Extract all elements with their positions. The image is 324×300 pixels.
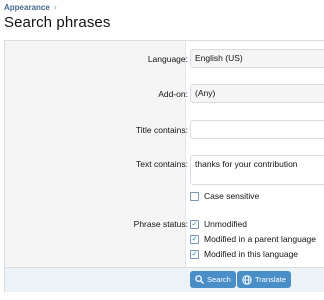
language-select[interactable]: English (US) xyxy=(190,49,324,68)
language-label: Language: xyxy=(147,54,188,64)
checkbox-checked-icon[interactable]: ✓ xyxy=(190,219,199,229)
status-option-label: Modified in this language xyxy=(204,249,299,259)
search-button-label: Search xyxy=(207,275,231,284)
status-option-label: Modified in a parent language xyxy=(204,234,316,244)
breadcrumb-item-appearance[interactable]: Appearance xyxy=(4,3,50,12)
case-sensitive-label: Case sensitive xyxy=(204,191,260,201)
phrase-status-label: Phrase status: xyxy=(133,219,188,229)
label-column xyxy=(5,41,186,267)
status-modified-parent-checkbox[interactable]: ✓ Modified in a parent language xyxy=(190,234,316,244)
search-icon xyxy=(195,275,204,284)
checkbox-checked-icon[interactable]: ✓ xyxy=(190,234,199,244)
case-sensitive-checkbox[interactable]: Case sensitive xyxy=(190,191,259,201)
translate-button[interactable]: Translate xyxy=(237,271,291,288)
globe-icon xyxy=(242,274,252,285)
form-footer: Search Translate xyxy=(5,267,324,292)
translate-button-label: Translate xyxy=(255,275,286,284)
title-contains-label: Title contains: xyxy=(135,125,188,135)
title-contains-input[interactable] xyxy=(190,120,324,139)
text-contains-label: Text contains: xyxy=(136,159,188,169)
addon-label: Add-on: xyxy=(158,89,188,99)
status-modified-this-checkbox[interactable]: ✓ Modified in this language xyxy=(190,249,298,259)
chevron-right-icon: › xyxy=(53,2,57,12)
status-unmodified-checkbox[interactable]: ✓ Unmodified xyxy=(190,219,247,229)
text-contains-input[interactable]: thanks for your contribution xyxy=(190,155,324,185)
search-button[interactable]: Search xyxy=(190,271,236,288)
checkbox-checked-icon[interactable]: ✓ xyxy=(190,249,199,259)
addon-select[interactable]: (Any) xyxy=(190,84,324,103)
status-option-label: Unmodified xyxy=(204,219,247,229)
search-form: Language: English (US) Add-on: (Any) Tit… xyxy=(4,40,324,292)
breadcrumb: Appearance › xyxy=(4,2,57,12)
page-title: Search phrases xyxy=(4,14,111,31)
checkbox-unchecked-icon[interactable] xyxy=(190,191,199,201)
